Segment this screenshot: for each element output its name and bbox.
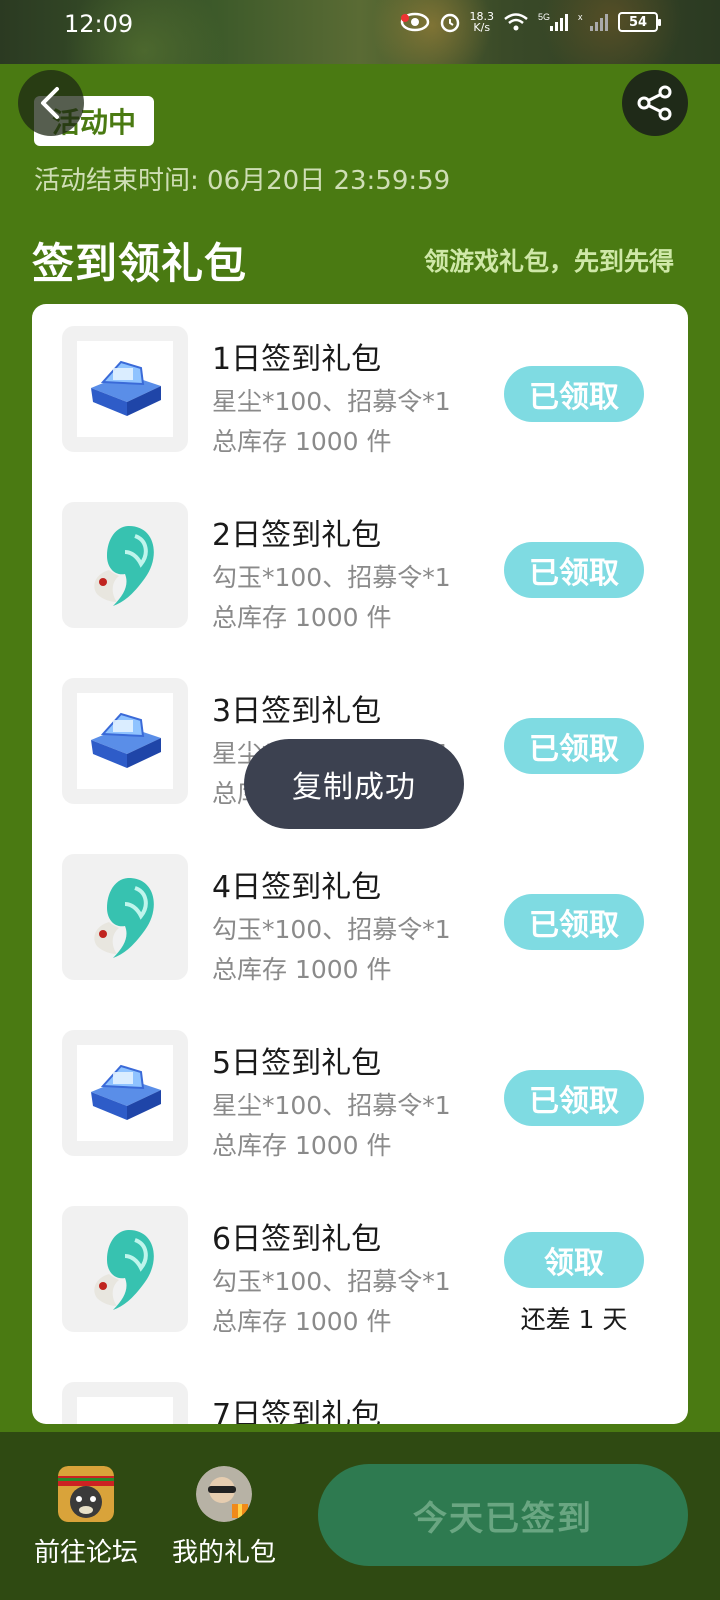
magatama-icon	[94, 878, 154, 958]
activity-end-time: 活动结束时间: 06月20日 23:59:59	[34, 166, 451, 196]
svg-text:x: x	[578, 12, 583, 22]
game-avatar-icon	[58, 1466, 114, 1522]
gift-list[interactable]: 1日签到礼包 星尘*100、招募令*1 总库存 1000 件 已领取 2日签到礼…	[32, 304, 688, 1424]
my-gifts-nav-item[interactable]: 我的礼包	[162, 1466, 286, 1569]
gift-thumbnail	[62, 854, 188, 980]
gift-title: 1日签到礼包	[212, 342, 382, 377]
claimed-button[interactable]: 已领取	[504, 718, 644, 774]
section-title: 签到领礼包	[32, 239, 248, 288]
gift-title: 2日签到礼包	[212, 518, 382, 553]
gift-title: 7日签到礼包	[212, 1398, 382, 1424]
net-speed-unit: K/s	[473, 21, 491, 34]
claimed-button[interactable]: 已领取	[504, 366, 644, 422]
status-time: 12:09	[64, 10, 134, 38]
list-item: 5日签到礼包 星尘*100、招募令*1 总库存 1000 件 已领取	[32, 1008, 688, 1184]
claimed-button[interactable]: 已领取	[504, 1070, 644, 1126]
signal-5g-icon: 5G	[538, 11, 570, 33]
wifi-icon	[502, 11, 530, 33]
list-item: 7日签到礼包	[32, 1360, 688, 1424]
status-bar: 12:09 18.3 K/s 5G x 54	[0, 0, 720, 64]
chevron-left-icon	[41, 87, 59, 119]
magatama-icon	[94, 526, 154, 606]
gift-contents: 勾玉*100、招募令*1	[212, 1267, 451, 1296]
crystal-chest-icon	[91, 1064, 161, 1120]
gift-stock: 总库存 1000 件	[212, 1131, 392, 1160]
gift-thumbnail	[62, 502, 188, 628]
forum-label: 前往论坛	[33, 1538, 138, 1568]
gift-stock: 总库存 1000 件	[212, 955, 392, 984]
gift-stock: 总库存 1000 件	[212, 1307, 392, 1336]
magatama-icon	[94, 1230, 154, 1310]
gift-stock: 总库存 1000 件	[212, 603, 392, 632]
crystal-chest-icon	[83, 1410, 167, 1424]
alarm-icon	[438, 10, 462, 34]
user-avatar-icon	[196, 1466, 252, 1522]
forum-nav-item[interactable]: 前往论坛	[24, 1466, 148, 1569]
list-item: 4日签到礼包 勾玉*100、招募令*1 总库存 1000 件 已领取	[32, 832, 688, 1008]
gift-thumbnail	[62, 1382, 188, 1424]
eye-icon	[400, 11, 430, 33]
gift-contents: 星尘*100、招募令*1	[212, 1091, 451, 1120]
bottom-bar: 前往论坛 我的礼包 今天已签到	[0, 1432, 720, 1600]
gift-thumbnail	[62, 678, 188, 804]
gift-contents: 勾玉*100、招募令*1	[212, 563, 451, 592]
gift-thumbnail	[62, 1030, 188, 1156]
signal-secondary-icon: x	[578, 11, 610, 33]
list-item: 6日签到礼包 勾玉*100、招募令*1 总库存 1000 件 领取 还差 1 天	[32, 1184, 688, 1360]
share-button[interactable]	[622, 70, 688, 136]
claimed-button[interactable]: 已领取	[504, 542, 644, 598]
days-remaining-text: 还差 1 天	[520, 1305, 628, 1334]
claimed-button[interactable]: 已领取	[504, 894, 644, 950]
gift-thumbnail	[62, 326, 188, 452]
gift-contents: 勾玉*100、招募令*1	[212, 915, 451, 944]
gift-contents: 星尘*100、招募令*1	[212, 387, 451, 416]
claim-button[interactable]: 领取	[504, 1232, 644, 1288]
list-item: 1日签到礼包 星尘*100、招募令*1 总库存 1000 件 已领取	[32, 304, 688, 480]
copy-success-toast: 复制成功	[244, 739, 464, 829]
svg-text:5G: 5G	[538, 12, 550, 22]
crystal-chest-icon	[91, 360, 161, 416]
signed-in-today-button[interactable]: 今天已签到	[318, 1464, 688, 1566]
share-icon	[637, 85, 672, 121]
my-gifts-label: 我的礼包	[171, 1538, 276, 1568]
gift-title: 3日签到礼包	[212, 694, 382, 729]
gift-thumbnail	[62, 1206, 188, 1332]
crystal-chest-icon	[91, 712, 161, 768]
list-item: 2日签到礼包 勾玉*100、招募令*1 总库存 1000 件 已领取	[32, 480, 688, 656]
gift-title: 6日签到礼包	[212, 1222, 382, 1257]
net-speed: 18.3 K/s	[470, 11, 495, 33]
back-button[interactable]	[18, 70, 84, 136]
battery-icon: 54	[618, 12, 661, 32]
gift-stock: 总库存 1000 件	[212, 427, 392, 456]
status-icons: 18.3 K/s 5G x 54	[400, 10, 661, 34]
gift-title: 4日签到礼包	[212, 870, 382, 905]
gift-title: 5日签到礼包	[212, 1046, 382, 1081]
section-subtitle: 领游戏礼包，先到先得	[423, 247, 674, 276]
